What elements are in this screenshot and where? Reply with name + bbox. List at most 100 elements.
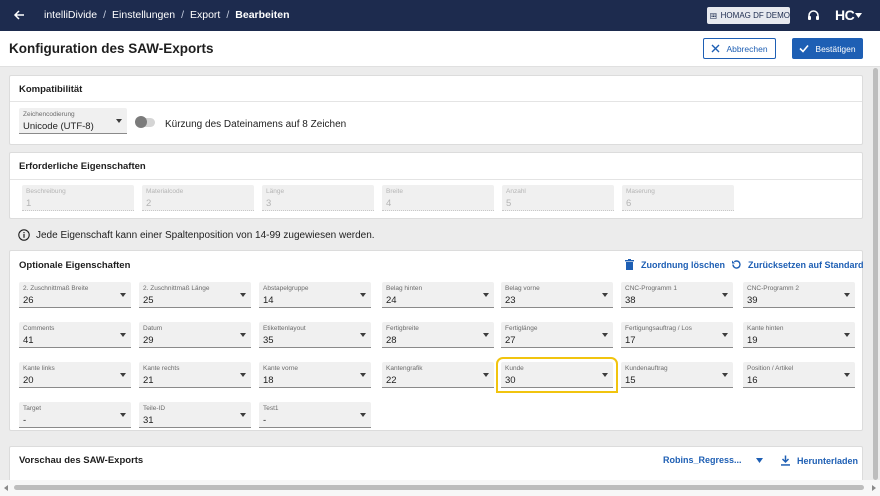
breadcrumb: intelliDivide / Einstellungen / Export /… xyxy=(44,9,290,21)
scroll-right-arrow-icon[interactable] xyxy=(872,485,876,491)
optional-field-select[interactable]: Fertigungsauftrag / Los 17 xyxy=(621,322,733,348)
optional-field-select[interactable]: Kante links 20 xyxy=(19,362,131,388)
optional-field-select[interactable]: Fertiglänge 27 xyxy=(501,322,613,348)
reset-default-button[interactable]: Zurücksetzen auf Standard xyxy=(731,259,864,270)
field-value: 26 xyxy=(23,295,34,306)
optional-field-select[interactable]: Kantengrafik 22 xyxy=(382,362,494,388)
breadcrumb-current: Bearbeiten xyxy=(235,9,290,21)
optional-field-select[interactable]: Datum 29 xyxy=(139,322,251,348)
dropdown-caret-icon xyxy=(120,373,126,377)
field-value: 22 xyxy=(386,375,397,386)
field-label: Target xyxy=(23,405,42,412)
encoding-select-label: Zeichencodierung xyxy=(23,111,75,118)
field-label: Breite xyxy=(386,188,403,195)
dropdown-caret-icon xyxy=(602,293,608,297)
required-properties-title: Erforderliche Eigenschaften xyxy=(19,161,146,172)
preview-job-value: Robins_Regress... xyxy=(663,455,742,465)
scroll-left-arrow-icon[interactable] xyxy=(4,485,8,491)
required-field: Materialcode 2 xyxy=(142,185,254,211)
field-label: Fertigbreite xyxy=(386,325,419,332)
field-label: Teile-ID xyxy=(143,405,166,412)
dropdown-caret-icon xyxy=(602,333,608,337)
field-label: Kante links xyxy=(23,365,55,372)
optional-field-select[interactable]: CNC-Programm 1 38 xyxy=(621,282,733,308)
chevron-down-icon[interactable] xyxy=(855,13,862,18)
optional-field-select[interactable]: Teile-ID 31 xyxy=(139,402,251,428)
vertical-scrollbar[interactable] xyxy=(873,68,878,480)
preview-job-select[interactable]: Robins_Regress... xyxy=(663,455,742,465)
dropdown-caret-icon xyxy=(844,333,850,337)
optional-field-select[interactable]: Belag hinten 24 xyxy=(382,282,494,308)
field-label: Datum xyxy=(143,325,163,332)
optional-field-select[interactable]: Kante rechts 21 xyxy=(139,362,251,388)
dropdown-caret-icon xyxy=(722,373,728,377)
optional-field-select[interactable]: Kunde 30 xyxy=(496,357,618,393)
field-value: 3 xyxy=(266,198,272,209)
reset-default-label: Zurücksetzen auf Standard xyxy=(748,259,864,270)
field-value: 27 xyxy=(505,335,516,346)
dropdown-caret-icon xyxy=(120,293,126,297)
field-value: 18 xyxy=(263,375,274,386)
field-label: Position / Artikel xyxy=(747,365,794,372)
dropdown-caret-icon xyxy=(483,333,489,337)
optional-field-select[interactable]: Kante hinten 19 xyxy=(743,322,855,348)
breadcrumb-separator: / xyxy=(226,9,230,21)
field-value: 2 xyxy=(146,198,152,209)
optional-field-select[interactable]: Fertigbreite 28 xyxy=(382,322,494,348)
optional-field-select[interactable]: 2. Zuschnittmaß Länge 25 xyxy=(139,282,251,308)
dropdown-caret-icon xyxy=(240,333,246,337)
dropdown-caret-icon xyxy=(240,413,246,417)
field-value: 19 xyxy=(747,335,758,346)
optional-field-select[interactable]: Kundenauftrag 15 xyxy=(621,362,733,388)
optional-field-select[interactable]: Abstapelgruppe 14 xyxy=(259,282,371,308)
optional-field-select[interactable]: Kante vorne 18 xyxy=(259,362,371,388)
breadcrumb-intellidivide[interactable]: intelliDivide xyxy=(44,9,97,21)
building-icon xyxy=(710,12,717,19)
scrollbar-thumb[interactable] xyxy=(14,485,864,490)
field-label: Kante hinten xyxy=(747,325,784,332)
optional-field-select[interactable]: CNC-Programm 2 39 xyxy=(743,282,855,308)
horizontal-scrollbar[interactable] xyxy=(0,480,880,496)
download-button[interactable]: Herunterladen xyxy=(780,455,858,466)
optional-field-select[interactable]: Belag vorne 23 xyxy=(501,282,613,308)
chevron-down-icon[interactable] xyxy=(756,458,763,463)
field-value: - xyxy=(23,415,27,426)
dropdown-caret-icon xyxy=(722,293,728,297)
optional-field-select[interactable]: Etikettenlayout 35 xyxy=(259,322,371,348)
field-value: 1 xyxy=(26,198,32,209)
brand-logo[interactable]: HC xyxy=(835,7,855,23)
required-field: Maserung 6 xyxy=(622,185,734,211)
field-value: - xyxy=(263,415,267,426)
field-label: Test1 xyxy=(263,405,279,412)
optional-field-select[interactable]: Position / Artikel 16 xyxy=(743,362,855,388)
reset-icon xyxy=(732,260,741,269)
info-icon xyxy=(18,229,30,241)
field-value: 24 xyxy=(386,295,397,306)
filename-truncation-toggle[interactable] xyxy=(135,116,155,128)
back-arrow-icon[interactable] xyxy=(12,8,26,22)
confirm-button[interactable]: Bestätigen xyxy=(792,38,863,59)
required-field: Beschreibung 1 xyxy=(22,185,134,211)
optional-field-select[interactable]: 2. Zuschnittmaß Breite 26 xyxy=(19,282,131,308)
dropdown-caret-icon xyxy=(120,413,126,417)
optional-field-select[interactable]: Comments 41 xyxy=(19,322,131,348)
optional-field-select[interactable]: Target - xyxy=(19,402,131,428)
encoding-select[interactable]: Zeichencodierung Unicode (UTF-8) xyxy=(19,108,127,134)
field-label: Fertiglänge xyxy=(505,325,538,332)
field-value: 14 xyxy=(263,295,274,306)
required-field: Anzahl 5 xyxy=(502,185,614,211)
field-value: 6 xyxy=(626,198,632,209)
optional-field-select[interactable]: Test1 - xyxy=(259,402,371,428)
dropdown-caret-icon xyxy=(483,373,489,377)
page-title: Konfiguration des SAW-Exports xyxy=(9,41,214,56)
field-value: 38 xyxy=(625,295,636,306)
support-headset-icon[interactable] xyxy=(806,8,821,23)
clear-mapping-button[interactable]: Zuordnung löschen xyxy=(624,259,725,270)
breadcrumb-export[interactable]: Export xyxy=(190,9,220,21)
field-value: 28 xyxy=(386,335,397,346)
tenant-switcher[interactable]: HOMAG DF DEMO xyxy=(707,7,790,24)
field-label: CNC-Programm 1 xyxy=(625,285,678,292)
breadcrumb-einstellungen[interactable]: Einstellungen xyxy=(112,9,175,21)
cancel-button[interactable]: Abbrechen xyxy=(703,38,776,59)
compatibility-section: Kompatibilität Zeichencodierung Unicode … xyxy=(9,75,863,145)
